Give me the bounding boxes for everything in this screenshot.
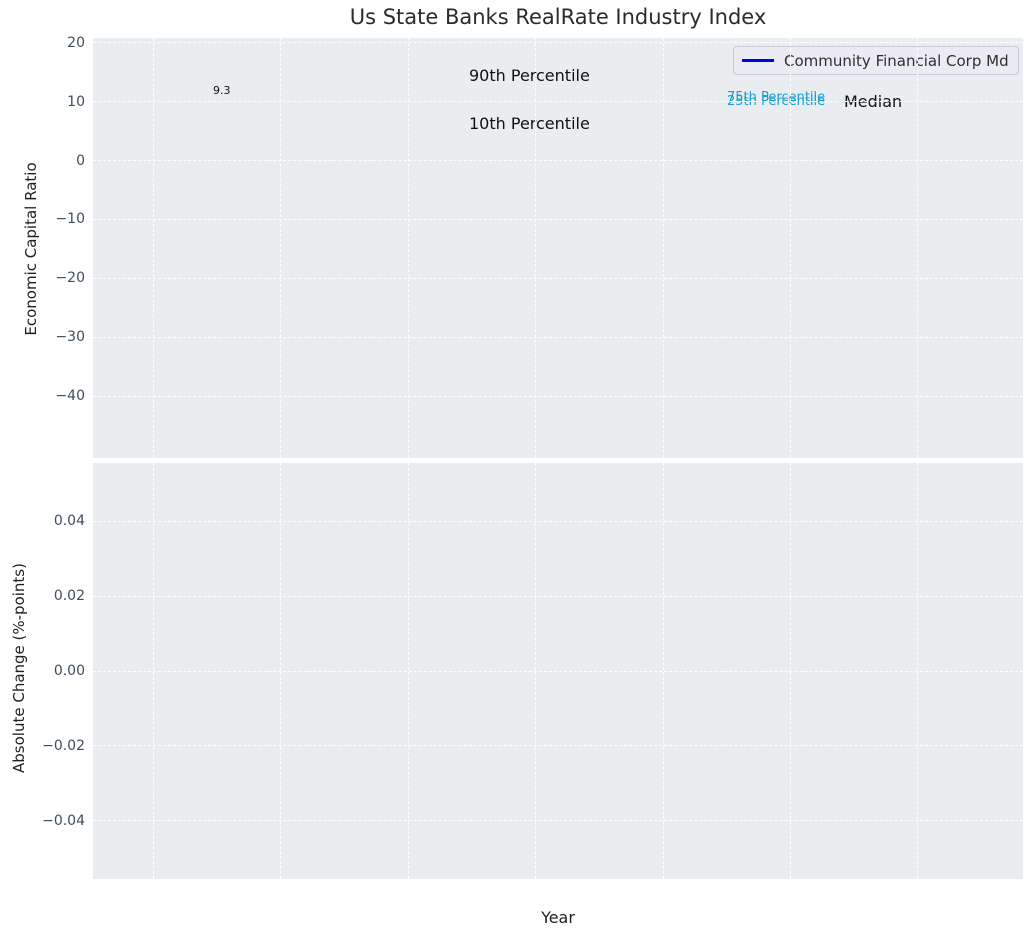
legend-line-swatch [742,59,774,62]
x-axis-label: Year [541,908,575,927]
top-y-axis-label: Economic Capital Ratio [22,162,40,336]
p90-percentile-annotation: 90th Percentile [469,66,590,85]
chart-figure: Us State Banks RealRate Industry Index E… [0,0,1034,942]
y-gridline [93,277,1023,279]
y-tick-label: −0.02 [42,737,85,754]
y-tick-label: 0 [76,152,85,169]
y-gridline [93,336,1023,338]
y-tick-label: 10 [67,93,85,110]
y-tick-label: 20 [67,34,85,51]
y-tick-label: −40 [55,388,85,405]
y-gridline [93,670,1023,672]
y-gridline [93,745,1023,747]
y-gridline [93,820,1023,822]
y-tick-label: 0.04 [53,513,85,530]
legend-box: Community Financial Corp Md [733,46,1019,75]
y-gridline [93,395,1023,397]
y-tick-label: −30 [55,329,85,346]
y-gridline [93,160,1023,162]
y-gridline [93,595,1023,597]
chart-title: Us State Banks RealRate Industry Index [349,5,767,29]
y-tick-label: −20 [55,270,85,287]
y-gridline [93,42,1023,44]
y-tick-label: −10 [55,211,85,228]
legend-label: Community Financial Corp Md [784,51,1009,70]
y-gridline [93,101,1023,103]
y-tick-label: 0.00 [53,663,85,679]
y-gridline [93,218,1023,220]
p10-percentile-annotation: 10th Percentile [469,114,590,133]
y-tick-label: −0.04 [42,812,85,829]
median-value-annotation: 9.3 [213,84,231,97]
y-tick-label: 0.02 [53,588,85,605]
y-gridline [93,520,1023,522]
